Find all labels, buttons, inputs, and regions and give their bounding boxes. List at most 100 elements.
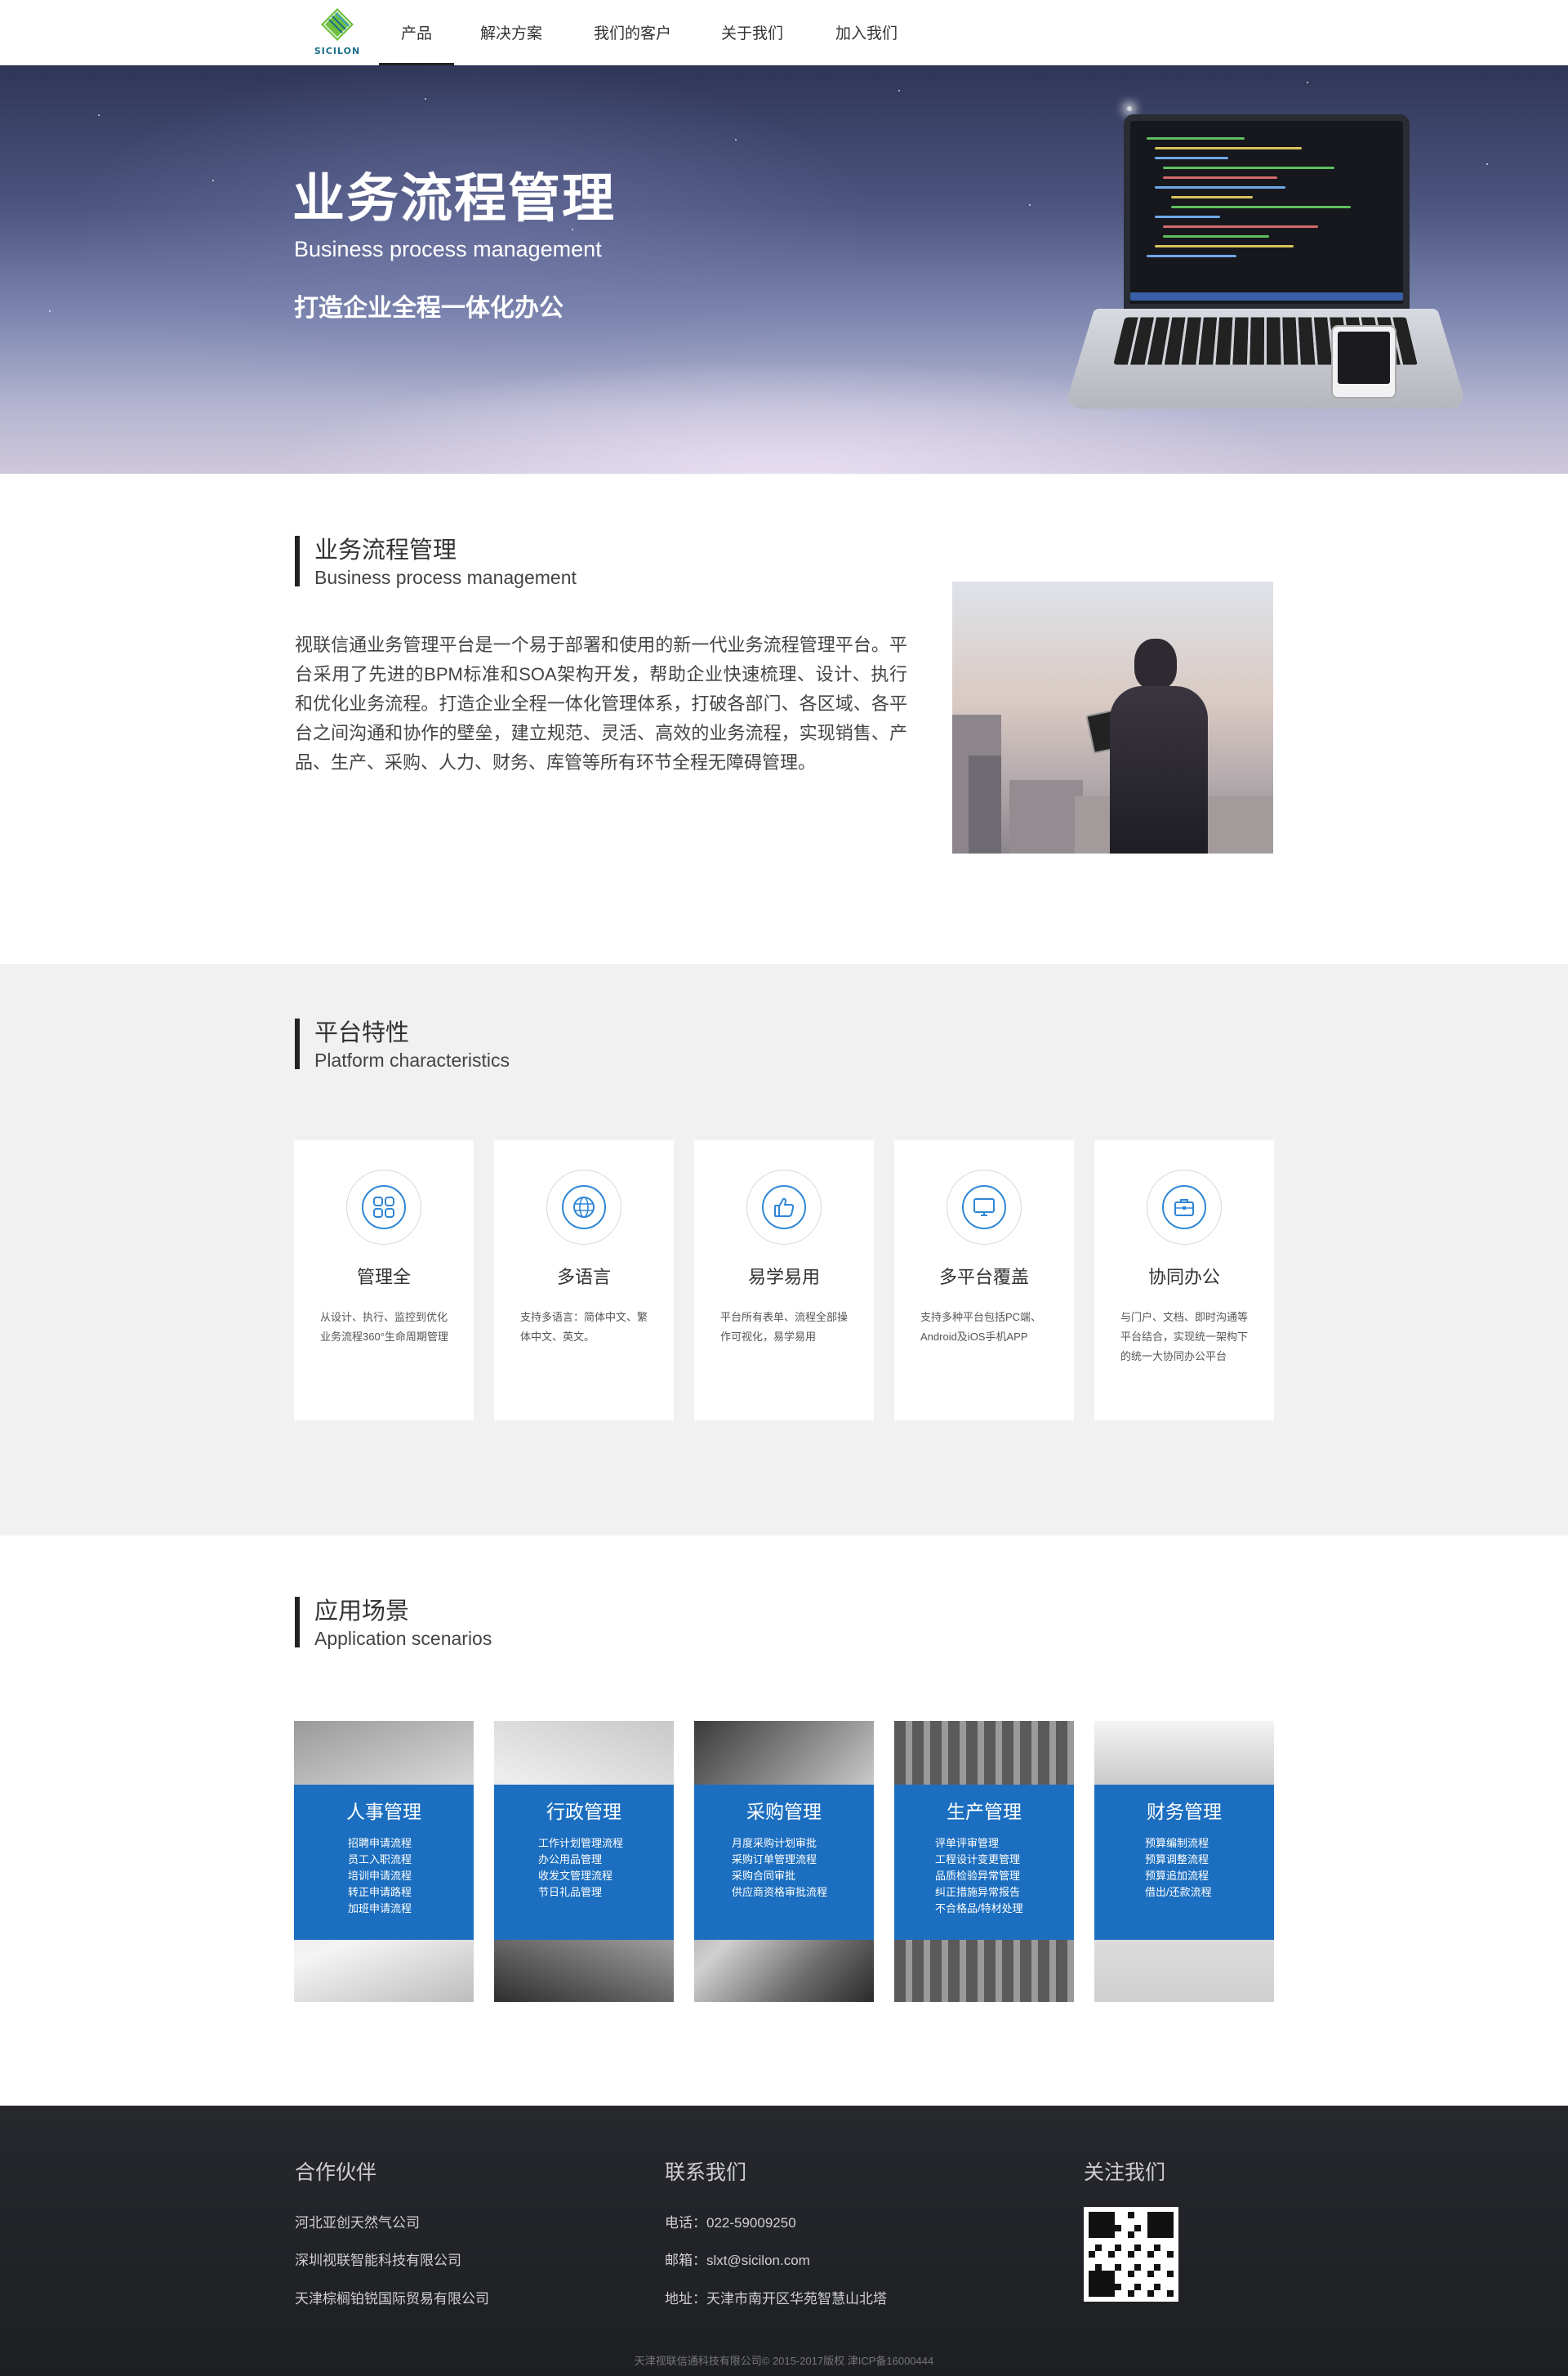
feature-title: 易学易用 (747, 1267, 820, 1287)
footer-contact-title: 联系我们 (665, 2161, 747, 2184)
scenario-list-item: 借出/还款流程 (1145, 1886, 1212, 1898)
scenario-title: 行政管理 (546, 1801, 621, 1822)
features-heading: 平台特性 Platform characteristics (295, 1019, 510, 1072)
feature-desc: 平台所有表单、流程全部操作可视化，易学易用 (720, 1311, 849, 1343)
scenario-list-item: 月度采购计划审批 (732, 1837, 817, 1849)
scenario-list-item: 纠正措施异常报告 (935, 1886, 1021, 1898)
scenario-list-item: 采购合同审批 (732, 1870, 796, 1882)
nav-item-about[interactable]: 关于我们 (721, 21, 783, 65)
contact-address: 地址：天津市南开区华苑智慧山北塔 (665, 2291, 887, 2307)
scenario-overlay: 采购管理 月度采购计划审批 采购订单管理流程 采购合同审批 供应商资格审批流程 (694, 1785, 874, 1940)
feature-card-multiplatform: 多平台覆盖 支持多种平台包括PC端、Android及iOS手机APP (894, 1140, 1074, 1420)
top-nav: SICILON 产品 解决方案 我们的客户 关于我们 加入我们 (0, 0, 1568, 65)
scenario-list-item: 预算追加流程 (1145, 1870, 1209, 1882)
scenario-title: 财务管理 (1147, 1801, 1222, 1822)
scenario-list-item: 工程设计变更管理 (935, 1853, 1021, 1866)
features-heading-en: Platform characteristics (314, 1050, 510, 1071)
nav-item-solutions[interactable]: 解决方案 (480, 21, 542, 65)
globe-icon (573, 1197, 595, 1218)
scenario-card-production[interactable]: 生产管理 评单评审管理 工程设计变更管理 品质检验异常管理 纠正措施异常报告 不… (894, 1721, 1074, 2002)
scenario-list-item: 采购订单管理流程 (732, 1853, 817, 1866)
thumbs-up-icon (774, 1197, 795, 1217)
hero-title: 业务流程管理 (292, 169, 616, 228)
scenario-list-item: 评单评审管理 (935, 1837, 1000, 1849)
intro-heading-en: Business process management (314, 567, 577, 588)
feature-desc: 从设计、执行、监控到优化业务流程360°生命周期管理 (320, 1311, 448, 1343)
feature-desc: 支持多种平台包括PC端、Android及iOS手机APP (920, 1311, 1042, 1343)
smartphone-illustration (1331, 325, 1396, 399)
copyright-text: 天津视联信通科技有限公司© 2015-2017版权 津ICP备16000444 (634, 2355, 934, 2367)
feature-title: 管理全 (356, 1267, 411, 1287)
scenario-card-finance[interactable]: 财务管理 预算编制流程 预算调整流程 预算追加流程 借出/还款流程 (1094, 1721, 1274, 2002)
scenario-overlay: 人事管理 招聘申请流程 员工入职流程 培训申请流程 转正申请路程 加班申请流程 (294, 1785, 474, 1940)
scenario-list-item: 预算编制流程 (1145, 1837, 1209, 1849)
feature-card-multilanguage: 多语言 支持多语言：简体中文、繁体中文、英文。 (494, 1140, 674, 1420)
scenario-title: 生产管理 (947, 1801, 1022, 1822)
partner-link[interactable]: 河北亚创天然气公司 (295, 2211, 420, 2231)
laptop-screen (1124, 114, 1410, 310)
partner-link[interactable]: 深圳视联智能科技有限公司 (295, 2249, 461, 2269)
scenario-overlay: 行政管理 工作计划管理流程 办公用品管理 收发文管理流程 节日礼品管理 (494, 1785, 674, 1940)
grid-icon (373, 1197, 394, 1218)
business-woman-photo (952, 582, 1273, 854)
scenarios-heading-zh: 应用场景 (314, 1598, 410, 1625)
scenario-list-item: 办公用品管理 (538, 1853, 603, 1866)
scenario-list-item: 收发文管理流程 (538, 1870, 613, 1882)
logo-text: SICILON (314, 46, 361, 56)
feature-desc: 与门户、文档、即时沟通等平台结合，实现统一架构下的统一大协同办公平台 (1120, 1311, 1249, 1362)
feature-title: 多语言 (556, 1267, 611, 1287)
scenario-list-item: 转正申请路程 (348, 1886, 412, 1898)
scenario-card-hr[interactable]: 人事管理 招聘申请流程 员工入职流程 培训申请流程 转正申请路程 加班申请流程 (294, 1721, 474, 2002)
sicilon-logo[interactable]: SICILON (313, 5, 362, 62)
logo-diamond-icon (321, 8, 354, 41)
intro-heading-zh: 业务流程管理 (314, 537, 457, 564)
scenario-list: 工作计划管理流程 办公用品管理 收发文管理流程 节日礼品管理 (538, 1835, 623, 1901)
partner-link[interactable]: 天津棕榈铂锐国际贸易有限公司 (295, 2287, 489, 2307)
footer (0, 2106, 1568, 2376)
scenario-overlay: 生产管理 评单评审管理 工程设计变更管理 品质检验异常管理 纠正措施异常报告 不… (894, 1785, 1074, 1940)
nav-item-products[interactable]: 产品 (378, 21, 455, 65)
intro-paragraph: 视联信通业务管理平台是一个易于部署和使用的新一代业务流程管理平台。平台采用了先进… (295, 635, 907, 773)
scenario-title: 采购管理 (746, 1801, 822, 1822)
scenario-list-item: 员工入职流程 (348, 1853, 412, 1866)
scenario-list-item: 供应商资格审批流程 (732, 1886, 828, 1898)
feature-card-easy-to-use: 易学易用 平台所有表单、流程全部操作可视化，易学易用 (694, 1140, 874, 1420)
briefcase-icon (1174, 1199, 1194, 1216)
scenario-list-item: 不合格品/特材处理 (935, 1902, 1023, 1915)
scenario-overlay: 财务管理 预算编制流程 预算调整流程 预算追加流程 借出/还款流程 (1094, 1785, 1274, 1940)
feature-title: 多平台覆盖 (938, 1267, 1029, 1287)
laptop-keyboard (1063, 309, 1468, 409)
scenario-list: 月度采购计划审批 采购订单管理流程 采购合同审批 供应商资格审批流程 (732, 1835, 827, 1901)
features-heading-zh: 平台特性 (314, 1020, 410, 1046)
scenarios-heading-en: Application scenarios (314, 1628, 492, 1649)
scenario-list-item: 工作计划管理流程 (538, 1837, 624, 1849)
nav-item-customers[interactable]: 我们的客户 (594, 21, 671, 65)
scenario-card-admin[interactable]: 行政管理 工作计划管理流程 办公用品管理 收发文管理流程 节日礼品管理 (494, 1721, 674, 2002)
nav-item-join[interactable]: 加入我们 (835, 21, 898, 65)
scenario-list-item: 预算调整流程 (1145, 1853, 1209, 1866)
scenario-list: 预算编制流程 预算调整流程 预算追加流程 借出/还款流程 (1145, 1835, 1212, 1901)
footer-partners-title: 合作伙伴 (295, 2161, 377, 2184)
contact-email[interactable]: 邮箱：slxt@sicilon.com (665, 2249, 810, 2269)
scenario-card-purchasing[interactable]: 采购管理 月度采购计划审批 采购订单管理流程 采购合同审批 供应商资格审批流程 (694, 1721, 874, 2002)
scenario-list-item: 品质检验异常管理 (935, 1870, 1021, 1882)
feature-card-management: 管理全 从设计、执行、监控到优化业务流程360°生命周期管理 (294, 1140, 474, 1420)
scenario-list: 招聘申请流程 员工入职流程 培训申请流程 转正申请路程 加班申请流程 (348, 1835, 412, 1917)
feature-desc: 支持多语言：简体中文、繁体中文、英文。 (520, 1311, 648, 1343)
contact-phone: 电话：022-59009250 (665, 2215, 796, 2231)
scenario-list-item: 招聘申请流程 (348, 1837, 412, 1849)
person-silhouette (1085, 639, 1228, 854)
scenario-title: 人事管理 (346, 1801, 421, 1822)
feature-card-collaboration: 协同办公 与门户、文档、即时沟通等平台结合，实现统一架构下的统一大协同办公平台 (1094, 1140, 1274, 1420)
feature-title: 协同办公 (1147, 1267, 1220, 1287)
wechat-qr-code (1084, 2207, 1178, 2302)
intro-heading: 业务流程管理 Business process management (295, 536, 577, 590)
monitor-icon (973, 1198, 995, 1216)
scenario-list-item: 加班申请流程 (348, 1902, 412, 1915)
hero-banner: 业务流程管理 Business process management 打造企业全… (0, 65, 1568, 474)
scenarios-heading: 应用场景 Application scenarios (295, 1597, 492, 1651)
hero-subtitle: Business process management (294, 237, 602, 261)
laptop-illustration (1063, 114, 1468, 425)
footer-follow-title: 关注我们 (1084, 2161, 1166, 2184)
hero-slogan: 打造企业全程一体化办公 (294, 295, 564, 322)
